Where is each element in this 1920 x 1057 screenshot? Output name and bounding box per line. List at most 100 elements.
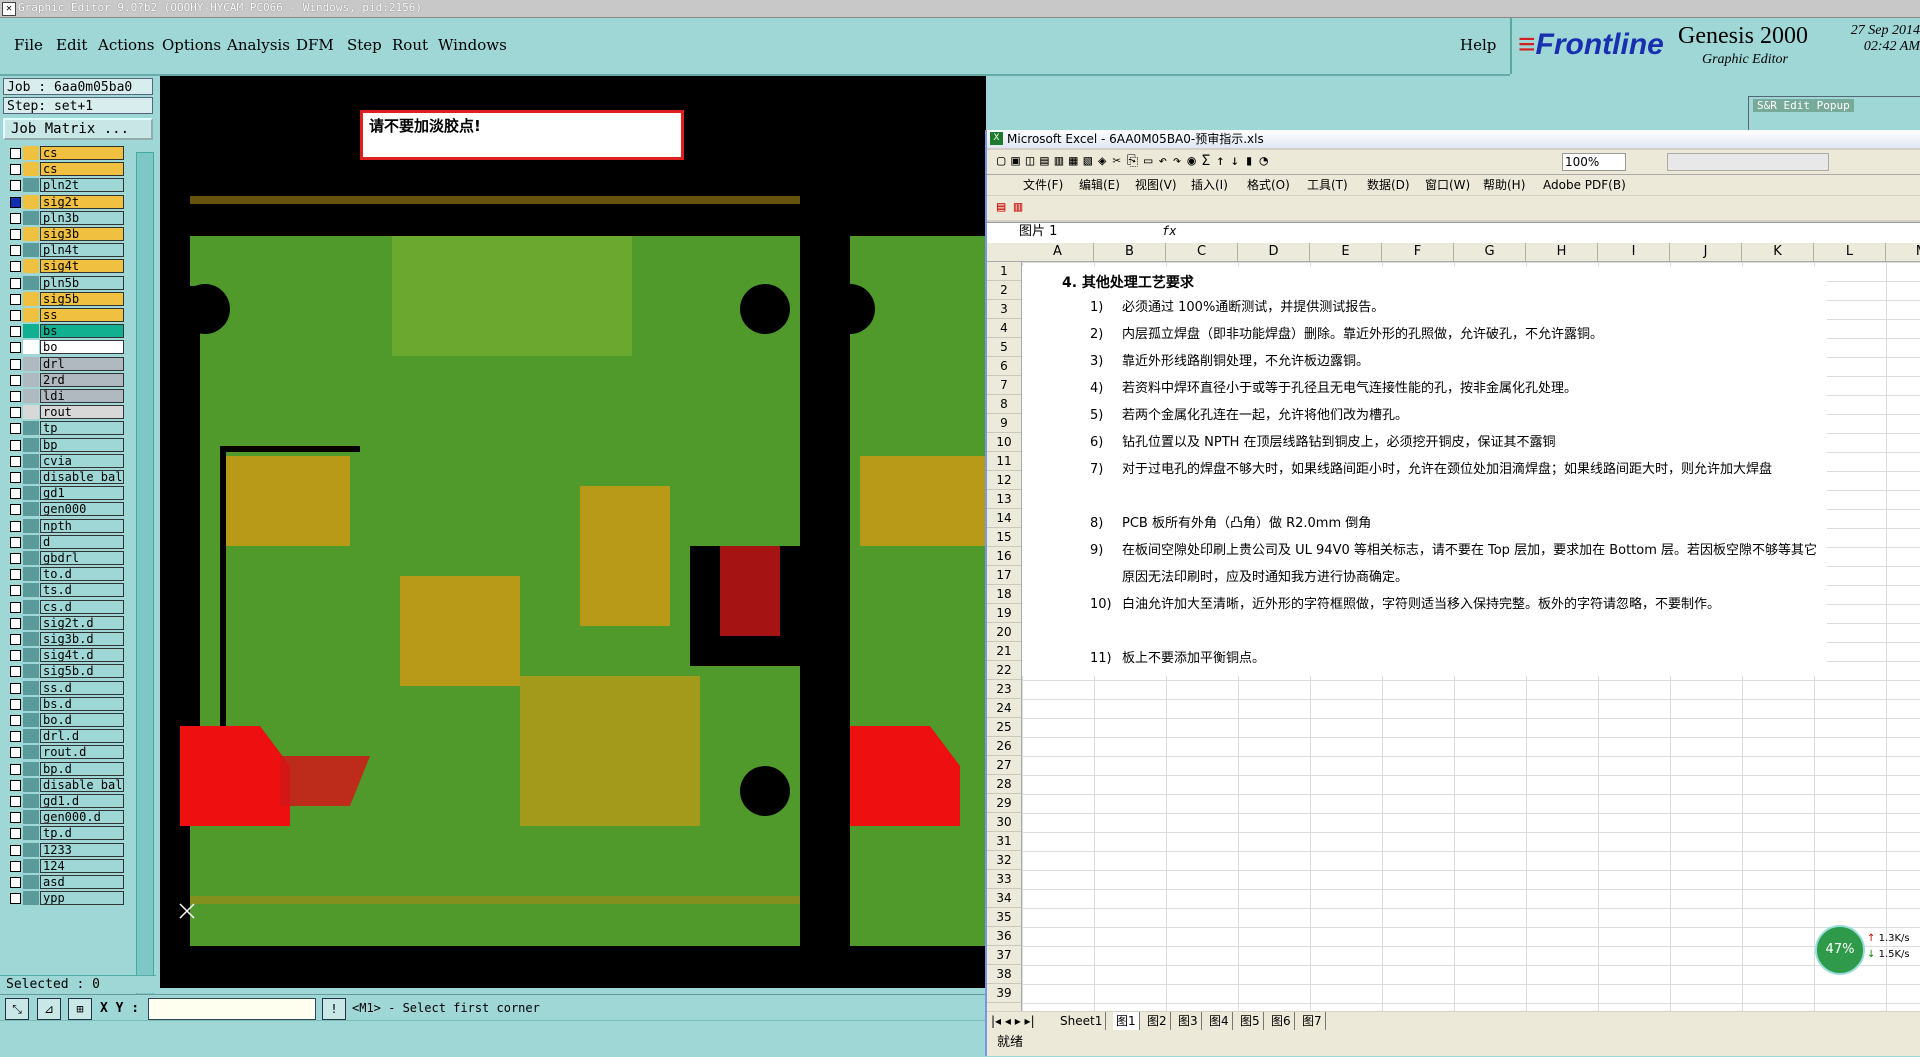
row-header[interactable]: 2 (987, 281, 1021, 300)
fx-icon[interactable]: fx (1162, 224, 1176, 238)
layer-checkbox[interactable] (10, 796, 21, 807)
layer-checkbox[interactable] (10, 569, 21, 581)
layer-checkbox[interactable] (10, 374, 21, 386)
layer-row[interactable]: ypp (3, 891, 125, 906)
row-header[interactable]: 24 (987, 699, 1021, 718)
column-header[interactable]: G (1454, 243, 1526, 261)
xmenu-edit[interactable]: 编辑(E) (1079, 175, 1120, 195)
layer-name[interactable]: bo.d (40, 713, 124, 727)
layer-name[interactable]: ss (40, 308, 124, 322)
layer-row[interactable]: pln3b (3, 210, 125, 226)
menu-help[interactable]: Help (1460, 36, 1496, 54)
layer-checkbox[interactable] (10, 180, 21, 192)
sheet-nav-icon[interactable]: |◂ ◂ ▸ ▸| (991, 1012, 1035, 1030)
name-box[interactable]: 图片 1 (1015, 224, 1129, 240)
row-header[interactable]: 14 (987, 509, 1021, 528)
column-header[interactable]: M (1886, 243, 1920, 261)
layer-checkbox[interactable] (10, 293, 21, 305)
row-header[interactable]: 22 (987, 661, 1021, 680)
layer-checkbox[interactable] (10, 747, 21, 759)
layer-name[interactable]: pln5b (40, 275, 124, 290)
layer-checkbox[interactable] (10, 812, 21, 824)
menu-analysis[interactable]: Analysis (227, 36, 290, 54)
layer-name[interactable]: sig2t.d (40, 615, 124, 630)
layer-name[interactable]: 1233 (40, 842, 124, 857)
zoom-tool-icon[interactable]: ⤡ (5, 998, 29, 1020)
layer-row[interactable]: pln2t (3, 178, 125, 193)
sheet-tab[interactable]: 图3 (1175, 1012, 1202, 1030)
layer-row[interactable]: disable_bal (3, 777, 125, 793)
menu-options[interactable]: Options (162, 36, 221, 54)
layer-name[interactable]: pln4t (40, 243, 124, 258)
row-header[interactable]: 25 (987, 718, 1021, 737)
layer-row[interactable]: rout.d (3, 745, 125, 760)
xy-input[interactable] (148, 998, 316, 1020)
sheet-tab[interactable]: 图7 (1299, 1012, 1326, 1030)
layer-row[interactable]: sig3b.d (3, 632, 125, 647)
row-header[interactable]: 18 (987, 585, 1021, 604)
layer-checkbox[interactable] (10, 455, 21, 467)
layer-row[interactable]: sig4t (3, 259, 125, 274)
spreadsheet-grid[interactable]: ABCDEFGHIJKLM 12345678910111213141516171… (987, 243, 1920, 1011)
layer-checkbox[interactable] (10, 731, 21, 743)
layer-name[interactable]: sig5b (40, 291, 124, 306)
row-header[interactable]: 33 (987, 870, 1021, 889)
row-header[interactable]: 27 (987, 756, 1021, 775)
column-header[interactable]: H (1526, 243, 1598, 261)
row-header[interactable]: 20 (987, 623, 1021, 642)
layer-name[interactable]: bs.d (40, 696, 124, 711)
layer-name[interactable]: tp.d (40, 826, 124, 841)
row-header[interactable]: 4 (987, 319, 1021, 338)
layer-checkbox[interactable] (10, 472, 21, 483)
layer-checkbox[interactable] (10, 310, 21, 321)
layer-name[interactable]: gen000 (40, 502, 124, 517)
layer-name[interactable]: gd1 (40, 486, 124, 501)
column-header[interactable]: A (1022, 243, 1094, 261)
layer-row[interactable]: gen000.d (3, 810, 125, 825)
row-header[interactable]: 3 (987, 300, 1021, 319)
layer-name[interactable]: sig5b.d (40, 664, 124, 679)
row-header[interactable]: 29 (987, 794, 1021, 813)
layer-name[interactable]: cs (40, 146, 124, 160)
row-header[interactable]: 35 (987, 908, 1021, 927)
zoom-select[interactable]: 100% (1562, 153, 1626, 171)
layer-name[interactable]: sig4t.d (40, 648, 124, 663)
layer-name[interactable]: sig3b (40, 227, 124, 241)
layer-checkbox[interactable] (10, 326, 21, 338)
layer-name[interactable]: to.d (40, 567, 124, 582)
layer-row[interactable]: drl.d (3, 729, 125, 744)
layer-row[interactable]: sig3b (3, 227, 125, 242)
layer-name[interactable]: ss.d (40, 680, 124, 695)
layer-name[interactable]: bo (40, 340, 124, 355)
row-header[interactable]: 11 (987, 452, 1021, 471)
xmenu-window[interactable]: 窗口(W) (1425, 175, 1470, 195)
embedded-picture[interactable]: 4. 其他处理工艺要求 1) 必须通过 100%通断测试，并提供测试报告。 2) 内层… (1022, 266, 1827, 676)
layer-row[interactable]: d (3, 534, 125, 550)
column-header[interactable]: B (1094, 243, 1166, 261)
layer-name[interactable]: drl.d (40, 729, 124, 744)
layer-row[interactable]: ss (3, 308, 125, 323)
row-header[interactable]: 16 (987, 547, 1021, 566)
column-header[interactable]: J (1670, 243, 1742, 261)
layer-name[interactable]: tp (40, 421, 124, 436)
layer-checkbox[interactable] (10, 342, 21, 354)
layer-checkbox[interactable] (10, 439, 21, 451)
layer-checkbox[interactable] (10, 358, 21, 370)
layer-row[interactable]: gen000 (3, 502, 125, 517)
layer-name[interactable]: cs.d (40, 599, 124, 614)
layer-checkbox[interactable] (10, 893, 21, 905)
layer-row[interactable]: sig4t.d (3, 648, 125, 663)
xmenu-help[interactable]: 帮助(H) (1483, 175, 1525, 195)
layer-checkbox[interactable] (10, 261, 21, 273)
xmenu-file[interactable]: 文件(F) (1023, 175, 1063, 195)
row-header[interactable]: 26 (987, 737, 1021, 756)
layer-checkbox[interactable] (10, 391, 21, 402)
toolbar-icons[interactable]: ▢▣◫▤▥▦▧◈✂⎘▭↶↷◉Σ↑↓▮◔ (997, 153, 1274, 169)
layer-checkbox[interactable] (10, 277, 21, 289)
layer-checkbox[interactable] (10, 488, 21, 500)
row-header[interactable]: 30 (987, 813, 1021, 832)
sheet-tab[interactable]: 图1 (1113, 1012, 1140, 1030)
layer-row[interactable]: bs.d (3, 696, 125, 712)
layer-checkbox[interactable] (10, 860, 21, 872)
layer-name[interactable]: sig3b.d (40, 632, 124, 646)
